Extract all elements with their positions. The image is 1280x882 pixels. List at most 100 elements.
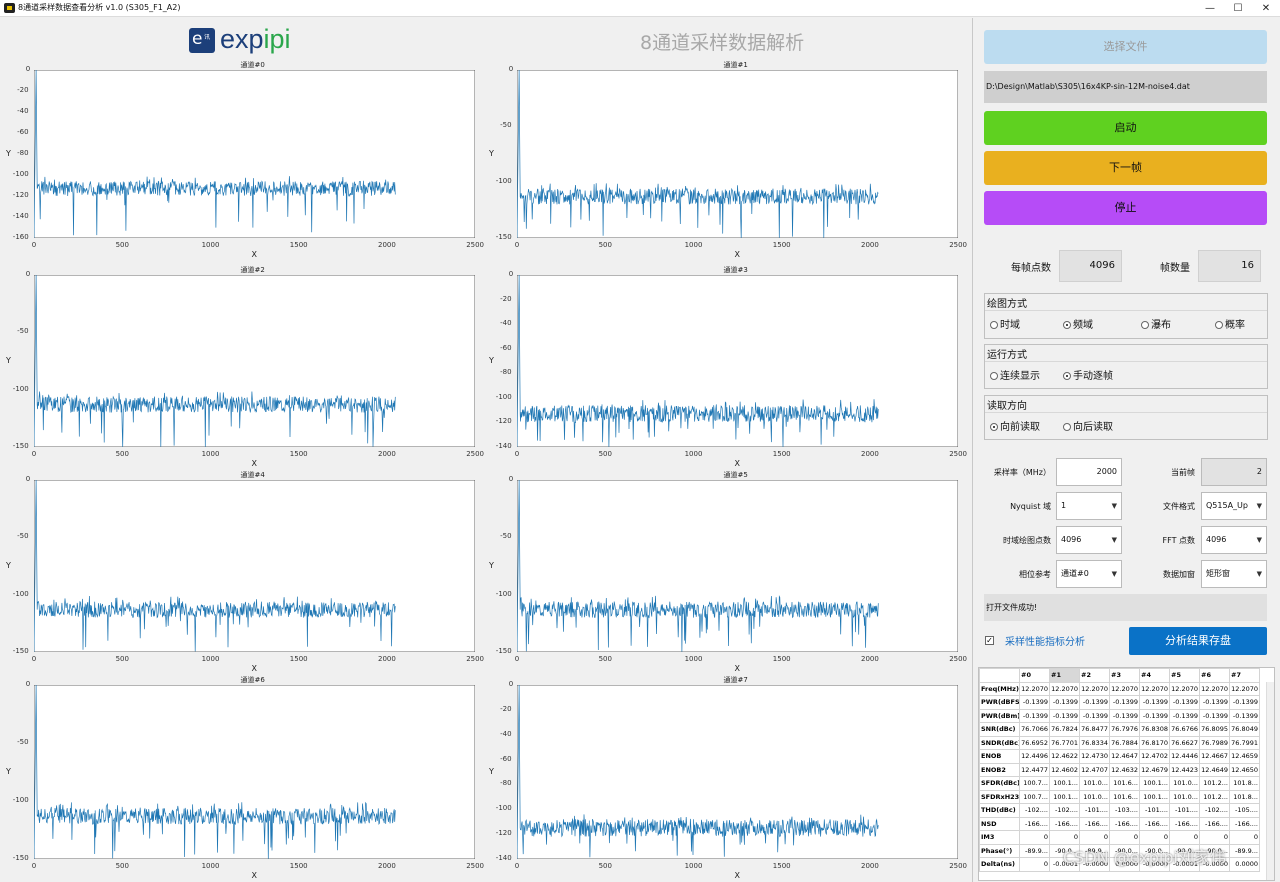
channel-plot[interactable] xyxy=(34,70,475,238)
channel-plot[interactable] xyxy=(517,480,958,652)
table-cell[interactable]: 101.0... xyxy=(1169,789,1200,804)
table-row-header[interactable]: SNDR(dBc) xyxy=(979,735,1020,750)
table-cell[interactable]: -0.1399 xyxy=(1019,708,1050,723)
table-cell[interactable]: 12.2070 xyxy=(1169,681,1200,696)
points-per-frame-field[interactable]: 4096 xyxy=(1059,250,1122,282)
table-cell[interactable]: -101.... xyxy=(1079,803,1110,818)
channel-plot[interactable] xyxy=(34,275,475,447)
table-cell[interactable]: -89.9... xyxy=(1019,843,1050,858)
time-points-select[interactable]: 4096 xyxy=(1056,526,1122,554)
table-cell[interactable]: -0.1399 xyxy=(1049,708,1080,723)
table-cell[interactable]: 76.7989 xyxy=(1199,735,1230,750)
channel-plot[interactable] xyxy=(34,480,475,652)
select-file-button[interactable]: 选择文件 xyxy=(984,30,1267,64)
file-format-select[interactable]: Q515A_Up xyxy=(1201,492,1267,520)
table-cell[interactable]: 12.2070 xyxy=(1019,681,1050,696)
radio-manual-frame[interactable]: 手动逐帧 xyxy=(1063,367,1113,382)
table-cell[interactable]: 12.4647 xyxy=(1109,749,1140,764)
table-cell[interactable]: -0.1399 xyxy=(1109,695,1140,710)
table-cell[interactable]: 100.7... xyxy=(1019,789,1050,804)
radio-waterfall[interactable]: 瀑布 xyxy=(1141,316,1171,331)
table-cell[interactable]: 0 xyxy=(1079,830,1110,845)
table-cell[interactable]: 12.4702 xyxy=(1139,749,1170,764)
table-cell[interactable]: 101.8... xyxy=(1229,789,1260,804)
table-row-header[interactable]: NSD xyxy=(979,816,1020,831)
table-cell[interactable]: 12.4446 xyxy=(1169,749,1200,764)
table-cell[interactable]: 12.4659 xyxy=(1229,749,1260,764)
table-cell[interactable]: -166.... xyxy=(1049,816,1080,831)
table-cell[interactable]: -102.... xyxy=(1199,803,1230,818)
table-cell[interactable]: 12.4496 xyxy=(1019,749,1050,764)
table-row-header[interactable]: THD(dBc) xyxy=(979,803,1020,818)
table-cell[interactable]: 0 xyxy=(1109,830,1140,845)
radio-read-forward[interactable]: 向前读取 xyxy=(990,418,1040,433)
table-cell[interactable]: 100.1... xyxy=(1139,789,1170,804)
fft-points-select[interactable]: 4096 xyxy=(1201,526,1267,554)
table-header-cell[interactable]: #1 xyxy=(1049,668,1080,683)
table-cell[interactable]: 76.7884 xyxy=(1109,735,1140,750)
table-cell[interactable]: 76.6627 xyxy=(1169,735,1200,750)
table-cell[interactable]: -89.9... xyxy=(1229,843,1260,858)
table-cell[interactable]: 0 xyxy=(1169,830,1200,845)
channel-plot[interactable] xyxy=(517,685,958,859)
table-cell[interactable]: 12.2070 xyxy=(1229,681,1260,696)
table-cell[interactable]: 100.1... xyxy=(1049,789,1080,804)
table-cell[interactable]: 0 xyxy=(1019,857,1050,872)
table-row-header[interactable]: SFDR(dBc) xyxy=(979,776,1020,791)
table-cell[interactable]: 12.4679 xyxy=(1139,762,1170,777)
table-cell[interactable]: -101.... xyxy=(1169,803,1200,818)
table-cell[interactable]: -0.1399 xyxy=(1169,708,1200,723)
table-cell[interactable]: -105.... xyxy=(1229,803,1260,818)
table-cell[interactable]: 12.2070 xyxy=(1199,681,1230,696)
table-cell[interactable]: -102.... xyxy=(1019,803,1050,818)
table-cell[interactable]: 0 xyxy=(1049,830,1080,845)
minimize-button[interactable]: — xyxy=(1195,0,1225,17)
table-cell[interactable]: -102.... xyxy=(1049,803,1080,818)
table-cell[interactable]: -166.... xyxy=(1229,816,1260,831)
table-row-header[interactable]: Phase(°) xyxy=(979,843,1020,858)
channel-plot[interactable] xyxy=(517,70,958,238)
channel-plot[interactable] xyxy=(517,275,958,447)
save-results-button[interactable]: 分析结果存盘 xyxy=(1129,627,1267,655)
table-cell[interactable]: 12.2070 xyxy=(1139,681,1170,696)
table-cell[interactable]: 76.8095 xyxy=(1199,722,1230,737)
table-cell[interactable]: 101.0... xyxy=(1079,776,1110,791)
table-cell[interactable]: -0.1399 xyxy=(1019,695,1050,710)
nyquist-select[interactable]: 1 xyxy=(1056,492,1122,520)
table-cell[interactable]: 76.8049 xyxy=(1229,722,1260,737)
table-cell[interactable]: 76.8334 xyxy=(1079,735,1110,750)
table-cell[interactable]: 76.7701 xyxy=(1049,735,1080,750)
table-row-header[interactable]: PWR(dBm) xyxy=(979,708,1020,723)
table-cell[interactable]: 76.7066 xyxy=(1019,722,1050,737)
table-cell[interactable]: 100.1... xyxy=(1139,776,1170,791)
table-cell[interactable]: 101.0... xyxy=(1169,776,1200,791)
table-row-header[interactable]: ENOB xyxy=(979,749,1020,764)
table-header-cell[interactable]: #7 xyxy=(1229,668,1260,683)
table-cell[interactable]: -0.1399 xyxy=(1079,695,1110,710)
table-cell[interactable]: -0.1399 xyxy=(1199,708,1230,723)
table-cell[interactable]: -0.1399 xyxy=(1229,708,1260,723)
stop-button[interactable]: 停止 xyxy=(984,191,1267,225)
radio-continuous[interactable]: 连续显示 xyxy=(990,367,1040,382)
table-cell[interactable]: 76.7976 xyxy=(1109,722,1140,737)
table-cell[interactable]: 0 xyxy=(1199,830,1230,845)
table-cell[interactable]: 12.4632 xyxy=(1109,762,1140,777)
table-cell[interactable]: 76.6952 xyxy=(1019,735,1050,750)
table-cell[interactable]: 12.4602 xyxy=(1049,762,1080,777)
table-cell[interactable]: -166.... xyxy=(1019,816,1050,831)
table-header-cell[interactable]: #0 xyxy=(1019,668,1050,683)
sample-rate-input[interactable]: 2000 xyxy=(1056,458,1122,486)
start-button[interactable]: 启动 xyxy=(984,111,1267,145)
table-cell[interactable]: 12.2070 xyxy=(1109,681,1140,696)
table-header-cell[interactable]: #5 xyxy=(1169,668,1200,683)
table-cell[interactable]: -166.... xyxy=(1199,816,1230,831)
table-cell[interactable]: -0.1399 xyxy=(1139,708,1170,723)
radio-read-backward[interactable]: 向后读取 xyxy=(1063,418,1113,433)
radio-time-domain[interactable]: 时域 xyxy=(990,316,1020,331)
table-cell[interactable]: -101.... xyxy=(1139,803,1170,818)
channel-plot[interactable] xyxy=(34,685,475,859)
phase-ref-select[interactable]: 通道#0 xyxy=(1056,560,1122,588)
table-row-header[interactable]: SNR(dBc) xyxy=(979,722,1020,737)
table-cell[interactable]: 76.8308 xyxy=(1139,722,1170,737)
table-cell[interactable]: -0.1399 xyxy=(1049,695,1080,710)
